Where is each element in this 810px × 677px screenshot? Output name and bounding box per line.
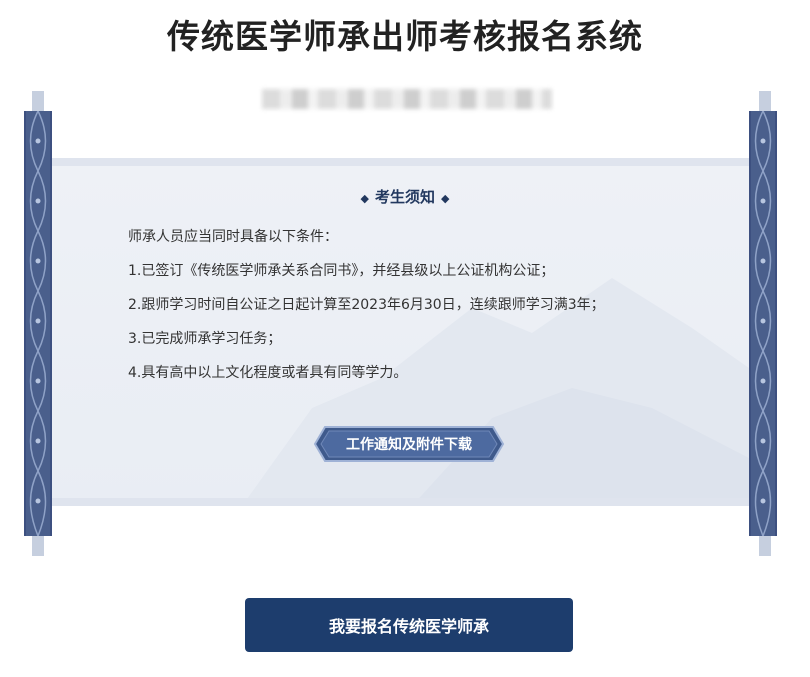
notice-line-intro: 师承人员应当同时具备以下条件： [128, 229, 338, 245]
notice-line-1: 1.已签订《传统医学师承关系合同书》，并经县级以上公证机构公证； [128, 263, 555, 279]
scroll-ornament-icon [29, 111, 47, 536]
notice-line-2: 2.跟师学习时间自公证之日起计算至2023年6月30日，连续跟师学习满3年； [128, 297, 605, 313]
scroll-cap-top-right [759, 91, 771, 111]
notice-heading-text: 考生须知 [374, 188, 435, 206]
notice-line-3: 3.已完成师承学习任务； [128, 331, 282, 347]
scroll-cap-top-left [32, 91, 44, 111]
scroll-rod-left [24, 111, 52, 536]
notice-heading: ◆ 考生须知 ◆ [0, 186, 810, 207]
diamond-icon: ◆ [360, 192, 369, 205]
apply-button[interactable]: 我要报名传统医学师承 [245, 598, 573, 652]
scroll-cap-bottom-left [32, 536, 44, 556]
scroll-ornament-icon [754, 111, 772, 536]
scroll-cap-bottom-right [759, 536, 771, 556]
notice-line-4: 4.具有高中以上文化程度或者具有同等学力。 [128, 365, 408, 381]
blurred-subtitle [262, 89, 552, 109]
download-notice-label: 工作通知及附件下载 [346, 437, 472, 453]
paper-edge-bottom [52, 498, 749, 506]
download-notice-button[interactable]: 工作通知及附件下载 [313, 425, 505, 463]
scroll-rod-right [749, 111, 777, 536]
page-title: 传统医学师承出师考核报名系统 [167, 17, 643, 56]
diamond-icon: ◆ [441, 192, 450, 205]
